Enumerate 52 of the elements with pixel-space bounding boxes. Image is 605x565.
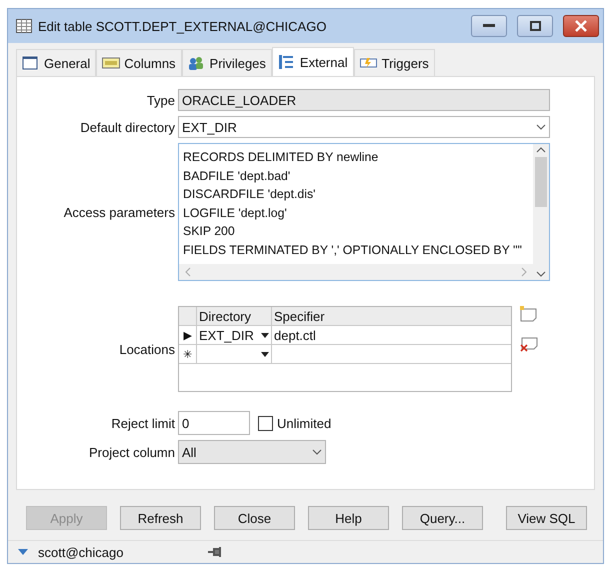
new-row-icon[interactable] (520, 306, 538, 322)
dropdown-caret-icon[interactable] (261, 332, 269, 338)
type-field: ORACLE_LOADER (178, 89, 550, 111)
close-button[interactable] (563, 15, 599, 37)
connection-label: scott@chicago (38, 544, 124, 560)
vertical-scrollbar[interactable] (533, 144, 549, 280)
list-icon (278, 54, 296, 70)
pin-icon[interactable] (208, 547, 224, 557)
checkbox[interactable] (258, 416, 273, 430)
dropdown-caret-icon (536, 124, 546, 130)
close-icon (575, 20, 587, 32)
column-icon (102, 55, 120, 71)
table-cell: EXT_DIR (199, 328, 254, 342)
minimize-icon (483, 24, 495, 28)
directory-dropdown[interactable]: EXT_DIR (178, 116, 550, 138)
minimize-button[interactable] (471, 15, 507, 37)
field-label: Type (146, 92, 175, 108)
caret-icon[interactable] (18, 549, 28, 555)
dialog-button[interactable]: Help (308, 506, 389, 530)
project-column-dropdown[interactable]: All (178, 440, 326, 464)
tab[interactable]: Columns (96, 49, 182, 76)
checkbox-label: Unlimited (277, 416, 332, 430)
field-label: Default directory (80, 120, 175, 134)
tab[interactable]: External (272, 47, 354, 76)
reject-limit-field[interactable]: 0 (178, 411, 250, 435)
column-header: Directory (197, 307, 272, 325)
users-icon (188, 55, 206, 71)
field-label: Access parameters (64, 204, 175, 220)
scroll-up-icon[interactable] (536, 147, 546, 153)
dialog-button[interactable]: Query... (402, 506, 483, 530)
field-label: Project column (89, 444, 175, 460)
dropdown-caret-icon[interactable] (261, 352, 269, 356)
locations-grid[interactable]: Directory Specifier ▶ EXT_DIR dept.ctl ✳ (178, 306, 512, 392)
dialog-button[interactable]: Close (214, 506, 295, 530)
scroll-down-icon[interactable] (536, 271, 546, 277)
field-label: Reject limit (111, 416, 175, 430)
dialog-button[interactable]: Refresh (120, 506, 201, 530)
table-icon (16, 19, 32, 33)
access-parameters-field[interactable]: RECORDS DELIMITED BY newline BADFILE 'dept.bad' DISCARDFILE 'dept.dis' LOGFILE 'dept.log' SKIP 200 FIELDS TERMINATED BY ',' OPTIONALLY ENCLOSED BY '"' (178, 143, 550, 281)
maximize-icon (530, 21, 540, 31)
window-icon (22, 55, 40, 71)
tab[interactable]: General (16, 49, 96, 76)
table-cell-text: dept.ctl (273, 326, 317, 344)
delete-row-icon[interactable] (520, 336, 538, 352)
tab[interactable]: Triggers (354, 49, 435, 76)
field-label: Locations (119, 342, 175, 356)
maximize-button[interactable] (517, 15, 553, 37)
dialog-button[interactable]: View SQL (506, 506, 587, 530)
tab[interactable]: Privileges (182, 49, 272, 76)
window-title: Edit table SCOTT.DEPT_EXTERNAL@CHICAGO (38, 18, 328, 34)
dropdown-caret-icon (312, 449, 322, 455)
column-header: Specifier (273, 308, 326, 325)
